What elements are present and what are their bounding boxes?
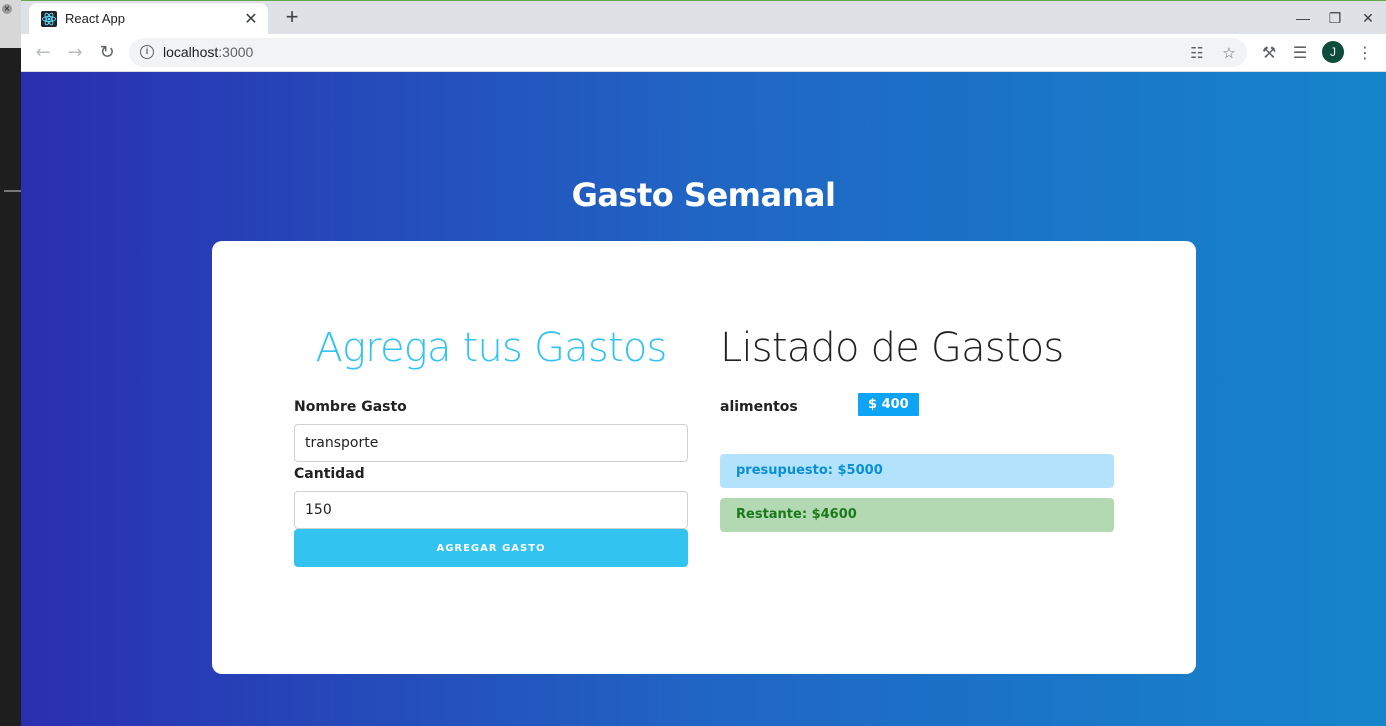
info-icon[interactable]: i [140, 45, 154, 59]
browser-toolbar: ← → ↻ i localhost:3000 ☷ ☆ ⚒ ☰ J ⋮ [21, 34, 1386, 72]
react-logo-icon [41, 11, 57, 27]
back-arrow-icon[interactable]: ← [31, 41, 55, 65]
new-tab-button[interactable]: + [280, 6, 304, 30]
reload-icon[interactable]: ↻ [95, 41, 119, 65]
restore-icon[interactable]: ❐ [1325, 8, 1345, 28]
tab-close-icon[interactable]: ✕ [242, 10, 260, 28]
tab-strip: React App ✕ + — ❐ ✕ [21, 0, 1386, 35]
expense-name-input[interactable] [294, 424, 688, 462]
name-label: Nombre Gasto [294, 399, 407, 415]
amount-label: Cantidad [294, 466, 365, 482]
remaining-alert: Restante: $4600 [720, 498, 1114, 532]
budget-alert: presupuesto: $5000 [720, 454, 1114, 488]
url-host: localhost [163, 44, 219, 60]
kebab-menu-icon[interactable]: ⋮ [1354, 42, 1376, 64]
bookmark-star-icon[interactable]: ☆ [1219, 43, 1239, 63]
divider [4, 190, 21, 192]
add-expense-button[interactable]: AGREGAR GASTO [294, 529, 688, 567]
tab-title: React App [65, 11, 125, 26]
url-text[interactable]: localhost:3000 [163, 44, 253, 60]
expense-item-amount-badge: $ 400 [858, 393, 919, 416]
desktop-edge: × [0, 0, 21, 726]
form-heading: Agrega tus Gastos [315, 325, 667, 371]
minimize-icon[interactable]: — [1293, 8, 1313, 28]
window-close-icon[interactable]: ✕ [1358, 8, 1378, 28]
tab-react-app[interactable]: React App ✕ [29, 3, 268, 35]
browser-window: React App ✕ + — ❐ ✕ ← → ↻ i localhost:30… [21, 0, 1386, 726]
extensions-puzzle-icon[interactable]: ⚒ [1258, 42, 1280, 64]
expense-item-name: alimentos [720, 399, 798, 415]
page-content: Gasto Semanal Agrega tus Gastos Nombre G… [21, 72, 1386, 726]
media-queue-icon[interactable]: ☰ [1289, 42, 1311, 64]
address-bar[interactable]: i localhost:3000 ☷ ☆ [129, 38, 1247, 67]
expense-amount-input[interactable] [294, 491, 688, 529]
main-card: Agrega tus Gastos Nombre Gasto Cantidad … [212, 241, 1196, 674]
close-icon[interactable]: × [2, 4, 12, 14]
url-port: :3000 [218, 44, 254, 60]
page-title: Gasto Semanal [571, 176, 836, 214]
list-heading: Listado de Gastos [720, 325, 1064, 371]
profile-avatar[interactable]: J [1322, 41, 1344, 63]
forward-arrow-icon[interactable]: → [63, 41, 87, 65]
translate-icon[interactable]: ☷ [1187, 43, 1207, 63]
